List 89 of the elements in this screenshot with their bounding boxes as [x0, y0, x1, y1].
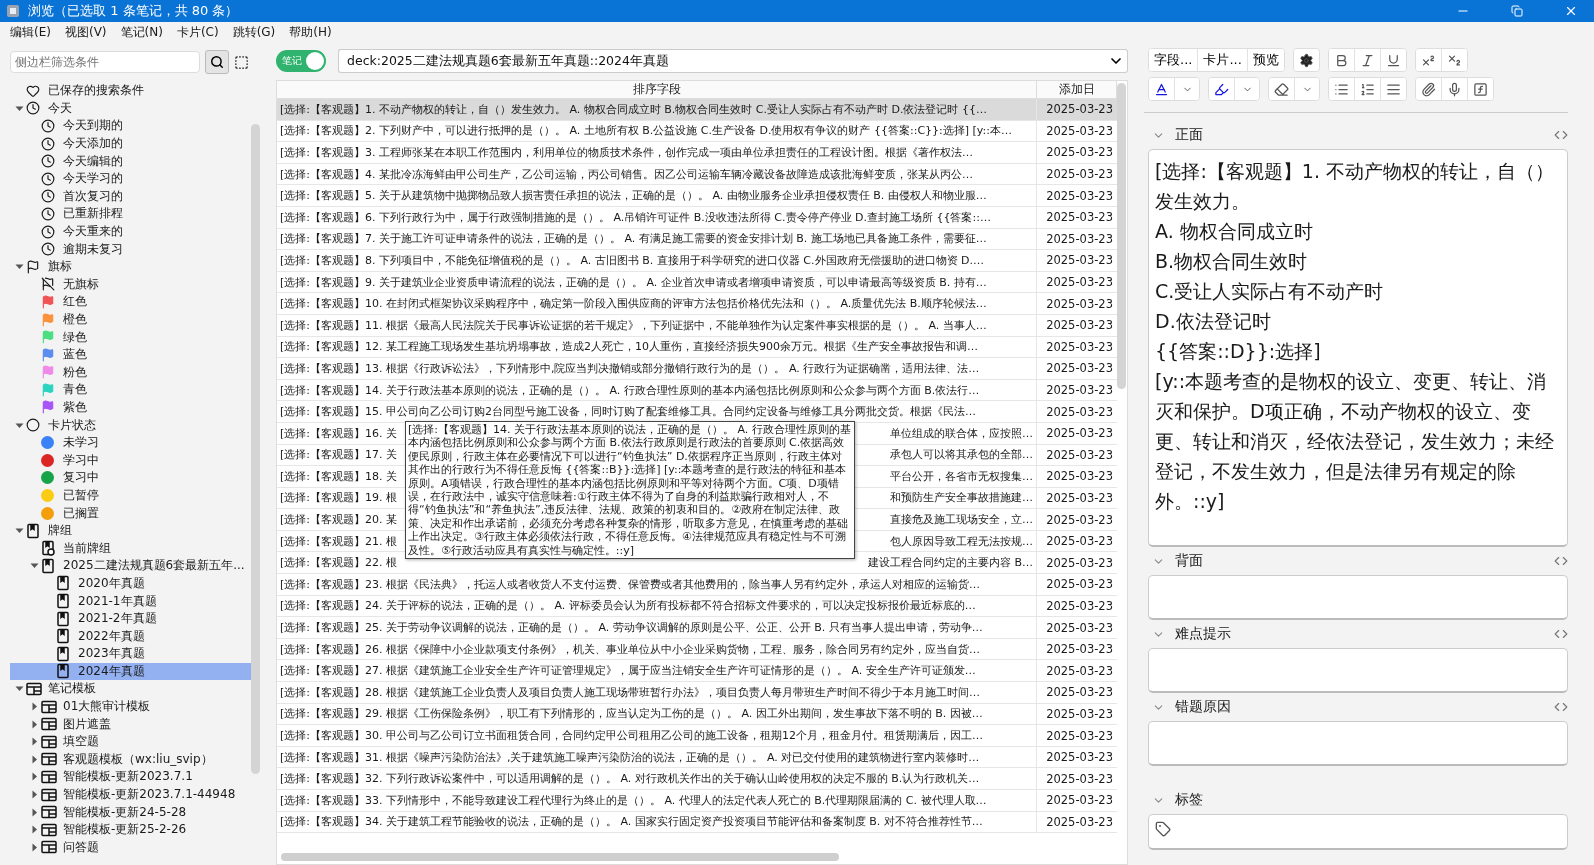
table-cell-text: [选择:【客观题】6. 下列行政行为中，属于行政强制措施的是（）。 A.吊销许可证件 B.没收违法所得 C.责令停产停业 D.查封施工场所 {{答案::…: [280, 209, 992, 225]
table-cell-text: 2025-03-23: [1045, 576, 1114, 594]
table-cell-text: 包人原因导致工程无法按规…: [890, 533, 1034, 549]
table-cell-text: 2025-03-23: [1045, 554, 1114, 572]
table-cell-text: 2025-03-23: [1045, 382, 1114, 399]
table-cell-text: 2025-03-23: [1045, 684, 1114, 702]
field-text: D.依法登记时: [1155, 309, 1272, 334]
table-cell-text: 2025-03-23: [1045, 403, 1114, 421]
table-cell-text: 2025-03-23: [1045, 425, 1114, 443]
table-cell-text: [选择:【客观题】9. 关于建筑业企业资质申请流程的说法，正确的是（）。 A. 企业首次申请或者增项申请资质，可以申请最高等级资质 B. 持有…: [280, 274, 988, 290]
table-cell-text: [选择:【客观题】16. 关: [280, 425, 398, 441]
table-cell-text: [选择:【客观题】22. 根: [280, 555, 398, 571]
field-text: A. 物权合同成立时: [1155, 219, 1314, 244]
table-cell-text: 2025-03-23: [1045, 792, 1114, 810]
table-cell-text: [选择:【客观题】8. 下列项目中，不能免征增值税的是（）。 A. 古旧图书 B. 直接用于科学研究的进口仪器 C.外国政府无偿援助的进口物资 D.…: [280, 252, 985, 268]
table-cell-text: 2025-03-23: [1045, 749, 1114, 767]
table-cell-text: 2025-03-23: [1045, 533, 1114, 551]
table-cell-text: 2025-03-23: [1045, 597, 1114, 615]
tooltip: [选择:【客观题】14. 关于行政法基本原则的说法，正确的是（）。 A. 行政合理性原则的基本内涵包括比例原则和公众参与两个方面 B.依法行政原则是行政法的首要原则 C.依据高效便民原则，行政主体在必要情况下可以进行“钓鱼执法” D.依据程序正当原则，行政主体对其作出的行政行为不得任意反悔 {{答案::B}}:选择] [y::本题考查的是行政法的特征和基本原则。A项错误，行政合理性的基本内涵包括比例原则和平等对待两个方面。C项、D项错误，在行政法中，诚实守信意味着:①行政主体不得为了自身的利益欺骗行政相对人，不得“钓鱼执法”和“养鱼执法”,违反法律、法规、政策的初衷和目的。②政府在制定法律、政策、决定和作出承诺前，必须充分考虑各种复杂的情形，听取多方意见，在慎重考虑的基础上作出决定。③行政主体必须依法行政，不得任意反悔。④法律规范应具有稳定性与不可溯及性。⑤行政活动应具有真实性与确定性。::y]: [405, 421, 855, 560]
table-cell-text: 2025-03-23: [1045, 252, 1114, 270]
table-cell-text: 建设工程合同约定的主要内容 B…: [867, 555, 1034, 571]
table-cell-text: [选择:【客观题】28. 根据《建筑施工企业负责人及项目负责人施工现场带班暂行办法》，项目负责人每月带班生产时间不得少于本月施工时间…: [280, 684, 981, 700]
table-cell-text: 单位组成的联合体，应按照…: [890, 425, 1034, 441]
field-label: 标签: [1175, 791, 1204, 809]
field-text: [选择:【客观题】1. 不动产物权的转让，自（）发生效力。: [1155, 159, 1555, 214]
table-cell-text: 2025-03-23: [1045, 619, 1114, 637]
table-cell-text: [选择:【客观题】31. 根据《噪声污染防治法》,关于建筑施工噪声污染防治的说法，正确的是（）。 A. 对已交付使用的建筑物进行室内装修时…: [280, 749, 981, 765]
table-cell-text: 2025-03-23: [1045, 166, 1114, 184]
table-cell-text: [选择:【客观题】17. 关: [280, 447, 398, 463]
table-cell-text: [选择:【客观题】7. 关于施工许可证申请条件的说法，正确的是（）。 A. 有满足施工需要的资金安排计划 B. 施工场地已具备施工条件，需要征…: [280, 231, 988, 247]
table-cell-text: 2025-03-23: [1045, 813, 1114, 831]
table-cell-text: [选择:【客观题】19. 根: [280, 490, 398, 506]
field-label: 难点提示: [1175, 625, 1232, 643]
table-cell-text: [选择:【客观题】21. 根: [280, 533, 398, 549]
table-cell-text: [选择:【客观题】5. 关于从建筑物中抛掷物品致人损害责任承担的说法，正确的是（）。 A. 由物业服务企业承担侵权责任 B. 由侵权人和物业服…: [280, 188, 988, 204]
table-cell-text: 2025-03-23: [1045, 122, 1114, 140]
field-text: C.受让人实际占有不动产时: [1155, 279, 1385, 304]
table-cell-text: [选择:【客观题】12. 某工程施工现场发生基坑坍塌事故，造成2人死亡，10人重伤，直接经济损失900余万元。根据《生产安全事故报告和调…: [280, 339, 979, 355]
field-text: {{答案::D}}:选择]: [1155, 339, 1322, 364]
table-cell-text: [选择:【客观题】10. 在封闭式框架协议采购程序中，确定第一阶段入围供应商的评审方法包括价格优先法和（）。 A.质量优先法 B.顺序轮候法…: [280, 296, 988, 312]
field-text: B.物权合同生效时: [1155, 249, 1309, 274]
table-cell-text: [选择:【客观题】14. 关于行政法基本原则的说法，正确的是（）。 A. 行政合理性原则的基本内涵包括比例原则和公众参与两个方面 B.依法行…: [280, 382, 981, 398]
table-cell-text: [选择:【客观题】33. 下列情形中，不能导致建设工程代理行为终止的是（）。 A. 代理人的法定代表人死亡的 B.代理期限届满的 C. 被代理人取…: [280, 792, 988, 808]
table-cell-text: [选择:【客观题】30. 甲公司与乙公司订立书面租赁合同，合同约定甲公司租用乙公司的施工设备，租期12个月，租金月付。租赁期满后，因工…: [280, 728, 984, 743]
table-cell-text: 2025-03-23: [1045, 101, 1114, 119]
table-cell-text: [选择:【客观题】1. 不动产物权的转让，自（）发生效力。 A. 物权合同成立时 B.物权合同生效时 C.受让人实际占有不动产时 D.依法登记时 {{…: [280, 101, 988, 117]
table-cell-text: 2025-03-23: [1045, 317, 1114, 335]
field-label: 错题原因: [1175, 698, 1232, 716]
table-cell-text: [选择:【客观题】27. 根据《建筑施工企业安全生产许可证管理规定》，属于应当注销安全生产许可证情形的是（）。 A. 安全生产许可证颁发…: [280, 663, 977, 679]
table-cell-text: [选择:【客观题】29. 根据《工伤保险条例》，职工有下列情形的，应当认定为工伤的是（）。 A. 因工外出期间，发生事故下落不明的 B. 因被…: [280, 706, 984, 722]
window-title: 浏览（已选取 1 条笔记，共 80 条）: [28, 2, 240, 20]
table-cell-text: 2025-03-23: [1045, 705, 1114, 723]
table-cell-text: [选择:【客观题】32. 下列行政诉讼案件中，可以适用调解的是（）。 A. 对行政机关作出的关于确认山岭使用权的决定不服的 B.认为行政机关…: [280, 771, 981, 787]
table-cell-text: [选择:【客观题】20. 某: [280, 512, 398, 528]
table-cell-text: [选择:【客观题】24. 关于评标的说法，正确的是（）。 A. 评标委员会认为所有投标都不符合招标文件要求的，可以决定投标报价最近标底的…: [280, 598, 977, 614]
table-cell-text: [选择:【客观题】3. 工程师张某在本职工作范围内，利用单位的物质技术条件，创作完成一项由单位承担责任的工程设计图。根据《著作权法…: [280, 145, 974, 160]
table-cell-text: 平台公开，各省市无权搜集…: [890, 468, 1034, 484]
table-cell-text: [选择:【客观题】15. 甲公司向乙公司订购2台同型号施工设备，同时订购了配套维修工具。合同约定设备与维修工具分两批交货。根据《民法…: [280, 404, 977, 420]
table-cell-text: [选择:【客观题】2. 下列财产中，可以进行抵押的是（）。 A. 土地所有权 B.公益设施 C.生产设备 D.使用权有争议的财产 {{答案::C}}:选择] [y::本…: [280, 123, 1013, 139]
table-cell-text: 2025-03-23: [1045, 641, 1114, 659]
table-cell-text: 2025-03-23: [1045, 209, 1114, 227]
table-cell-text: [选择:【客观题】11. 根据《最高人民法院关于民事诉讼证据的若干规定》，下列证据中，不能单独作为认定案件事实根据的是（）。 A. 当事人…: [280, 317, 988, 333]
table-cell-text: 承包人可以将其承包的全部…: [890, 447, 1034, 463]
table-cell-text: [选择:【客观题】4. 某批冷冻海鲜由甲公司生产，乙公司运输，丙公司销售。因乙公司运输车辆冷藏设备故障造成该批海鲜变质，张某从丙公…: [280, 166, 974, 182]
table-cell-text: [选择:【客观题】34. 关于建筑工程节能验收的说法，正确的是（）。 A. 国家实行固定资产投资项目节能评估和备案制度 B. 对不符合推荐性节…: [280, 814, 984, 830]
table-cell-text: 2025-03-23: [1045, 446, 1114, 464]
table-cell-text: 2025-03-23: [1045, 770, 1114, 788]
table-cell-text: [选择:【客观题】23. 根据《民法典》，托运人或者收货人不支付运费、保管费或者其他费用的，除当事人另有约定外，承运人对相应的运输货…: [280, 576, 981, 592]
table-cell-text: 2025-03-23: [1045, 468, 1114, 486]
table-cell-text: 2025-03-23: [1045, 295, 1114, 313]
table-cell-text: [选择:【客观题】18. 关: [280, 468, 398, 484]
table-cell-text: 2025-03-23: [1045, 511, 1114, 529]
field-label: 背面: [1175, 552, 1204, 570]
table-cell-text: 2025-03-23: [1045, 490, 1114, 507]
table-cell-text: 2025-03-23: [1045, 662, 1114, 680]
table-cell-text: 2025-03-23: [1045, 230, 1114, 248]
table-cell-text: [选择:【客观题】26. 根据《保障中小企业款项支付条例》，机关、事业单位从中小企业采购货物，工程、服务，除合同另有约定外，应当自货…: [280, 641, 981, 657]
table-cell-text: 2025-03-23: [1045, 274, 1114, 292]
table-cell-text: [选择:【客观题】13. 根据《行政诉讼法》，下列情形中,院应当判决撤销或部分撤销行政行为的是（）。 A. 行政行为证据确凿，适用法律、法…: [280, 360, 981, 376]
table-cell-text: 2025-03-23: [1045, 360, 1114, 378]
table-cell-text: 和预防生产安全事故措施建…: [890, 490, 1034, 506]
table-cell-text: 2025-03-23: [1045, 144, 1114, 162]
table-cell-text: 2025-03-23: [1045, 727, 1114, 745]
table-cell-text: 2025-03-23: [1045, 338, 1114, 356]
field-label: 正面: [1175, 126, 1204, 144]
field-text: [y::本题考查的是物权的设立、变更、转让、消灭和保护。D项正确，不动产物权的设立、变更、转让和消灭，经依法登记，发生效力；未经登记，不发生效力，但是法律另有规定的除外。::y]: [1155, 369, 1555, 514]
table-cell-text: [选择:【客观题】25. 关于劳动争议调解的说法，正确的是（）。 A. 劳动争议调解的原则是公平、公正、公开 B. 只有当事人提出申请，劳动争…: [280, 620, 984, 636]
table-cell-text: 直接危及施工现场安全，立…: [890, 512, 1034, 528]
table-cell-text: 2025-03-23: [1045, 187, 1114, 205]
